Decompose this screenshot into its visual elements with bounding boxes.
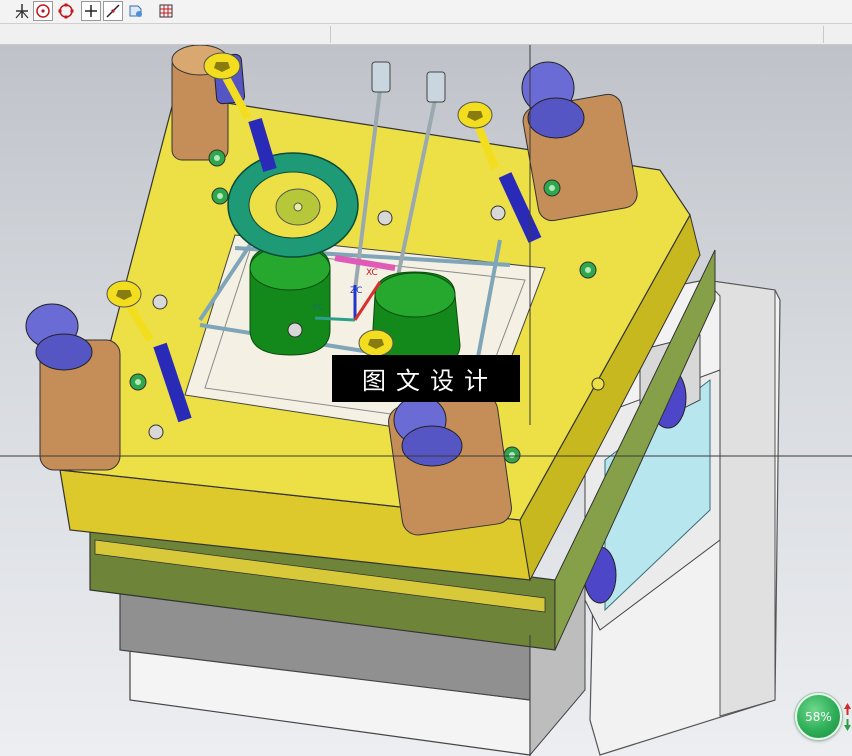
selection-toolbar: [0, 0, 852, 24]
guide-pillar: [521, 61, 638, 222]
x-axis-label: XC: [366, 268, 378, 278]
y-axis-label: YC: [311, 303, 323, 313]
overlay-caption: 图文设计: [332, 355, 520, 402]
speed-arrows-icon: [844, 703, 851, 731]
snap-point-icon[interactable]: [12, 1, 32, 21]
sprue-pin-head: [426, 71, 446, 103]
view-orient-icon[interactable]: [126, 1, 146, 21]
sprue-pin-head: [371, 61, 391, 93]
progress-value: 58%: [805, 709, 832, 724]
sprue-hole: [293, 202, 303, 212]
grid-icon[interactable]: [156, 1, 176, 21]
z-axis-label: ZC: [350, 286, 362, 296]
core-insert-right-top: [374, 272, 456, 318]
progress-badge[interactable]: 58%: [795, 693, 842, 740]
line-measure-icon[interactable]: [103, 1, 123, 21]
cap-screw: [358, 329, 394, 357]
status-bar: [0, 24, 852, 45]
guide-pillar: [25, 303, 121, 471]
circle-center-icon[interactable]: [33, 1, 53, 21]
y-axis: [314, 316, 356, 322]
circle-quadrant-icon[interactable]: [56, 1, 76, 21]
status-bar-divider: [330, 26, 331, 43]
status-bar-divider: [823, 26, 824, 43]
crosshair-icon[interactable]: [81, 1, 101, 21]
guide-pillar: [388, 394, 512, 536]
